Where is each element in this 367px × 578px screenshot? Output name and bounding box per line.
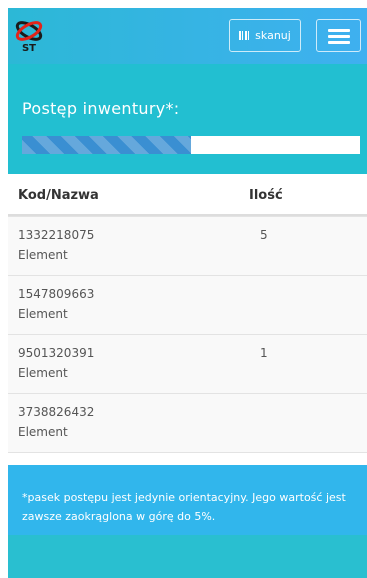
column-header-quantity: Ilość (249, 188, 283, 203)
progress-disclaimer-note: *pasek postępu jest jedynie orientacyjny… (22, 491, 346, 523)
table-row[interactable]: 9501320391 Element 1 (8, 334, 367, 393)
app: ST skanuj Postęp inwentury*: Kod/Nazwa I… (0, 0, 367, 578)
brand-logo-text: ST (22, 43, 36, 54)
brand-logo-icon: ST (15, 21, 43, 54)
item-code: 9501320391 (18, 346, 95, 360)
table-bottom-border (8, 452, 367, 453)
barcode-icon (239, 31, 252, 40)
navbar: ST skanuj (8, 8, 367, 64)
progress-bar-fill (22, 136, 191, 154)
item-code: 1547809663 (18, 287, 95, 301)
brand-logo[interactable]: ST (12, 18, 46, 54)
footer: *pasek postępu jest jedynie orientacyjny… (8, 465, 367, 578)
item-code: 3738826432 (18, 405, 95, 419)
table-row[interactable]: 1547809663 Element (8, 275, 367, 334)
progress-bar (22, 136, 360, 154)
table-row[interactable]: 1332218075 Element 5 (8, 216, 367, 275)
item-name: Element (18, 425, 68, 439)
scan-button[interactable]: skanuj (229, 19, 301, 52)
table-header: Kod/Nazwa Ilość (8, 174, 367, 216)
menu-toggle-button[interactable] (316, 19, 361, 52)
item-code: 1332218075 (18, 228, 95, 242)
progress-title: Postęp inwentury*: (22, 99, 180, 118)
table-row[interactable]: 3738826432 Element (8, 393, 367, 452)
column-header-code-name: Kod/Nazwa (18, 188, 99, 203)
scan-button-label: skanuj (255, 29, 291, 42)
item-quantity: 5 (260, 228, 268, 242)
hamburger-icon-bar (328, 35, 350, 38)
item-name: Element (18, 248, 68, 262)
hamburger-icon-bar (328, 41, 350, 44)
inventory-table: Kod/Nazwa Ilość 1332218075 Element 5 154… (8, 174, 367, 453)
progress-panel: Postęp inwentury*: (8, 64, 367, 174)
item-name: Element (18, 366, 68, 380)
hamburger-icon (328, 29, 350, 32)
item-quantity: 1 (260, 346, 268, 360)
item-name: Element (18, 307, 68, 321)
